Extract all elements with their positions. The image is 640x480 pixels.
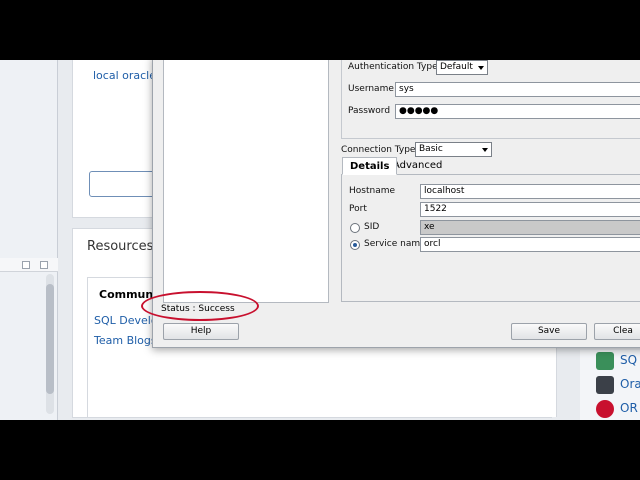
username-field[interactable]: sys [395,82,640,97]
connections-navigator-pane [0,60,58,420]
hostname-field[interactable]: localhost [420,184,640,199]
connection-type-select[interactable]: Basic [415,142,492,157]
save-button[interactable]: Save [511,323,587,340]
tab-details[interactable]: Details [342,157,398,175]
screen-stage: local oracle Resources Communit SQL Deve… [0,60,640,420]
connection-list[interactable] [163,60,329,303]
service-name-radio[interactable] [350,240,360,250]
auth-type-select[interactable]: Default [436,60,488,75]
clear-button[interactable]: Clea [594,323,640,340]
database-connection-dialog: Authentication Type Default Username sys… [141,60,640,348]
sql-icon [596,352,614,370]
resources-title: Resources [87,239,154,254]
password-field[interactable]: ●●●●● [395,104,640,119]
auth-type-label: Authentication Type [348,62,438,72]
recent-connection-link[interactable]: local oracle [93,69,156,82]
oracle-icon [596,400,614,418]
restore-icon[interactable] [22,261,30,269]
scrollbar-thumb[interactable] [46,284,54,394]
help-button[interactable]: Help [163,323,239,340]
service-name-label: Service name [364,239,426,249]
getting-started-panel: SQ Ora OR [580,350,640,420]
chevron-down-icon [482,148,488,152]
minimize-icon[interactable] [40,261,48,269]
connection-type-value: Basic [419,144,443,154]
password-label: Password [348,106,391,116]
status-text: Status : Success [161,304,235,314]
getting-started-item-terminal[interactable]: Ora [596,376,640,394]
sid-field[interactable]: xe [420,220,640,235]
getting-started-item-sql[interactable]: SQ [596,352,640,370]
getting-started-label: SQ [620,353,638,367]
sid-radio[interactable] [350,223,360,233]
chevron-down-icon [478,66,484,70]
getting-started-label: OR [620,401,638,415]
hostname-label: Hostname [349,186,396,196]
terminal-icon [596,376,614,394]
recent-connections-card: local oracle [72,60,169,218]
auth-type-value: Default [440,62,473,72]
connection-type-label: Connection Type [341,145,416,155]
navigator-scrollbar[interactable] [46,274,54,414]
getting-started-item-oracle[interactable]: OR [596,400,640,418]
port-field[interactable]: 1522 [420,202,640,217]
port-label: Port [349,204,367,214]
service-name-field[interactable]: orcl [420,237,640,252]
sid-label: SID [364,222,380,232]
username-label: Username [348,84,394,94]
getting-started-label: Ora [620,377,640,391]
